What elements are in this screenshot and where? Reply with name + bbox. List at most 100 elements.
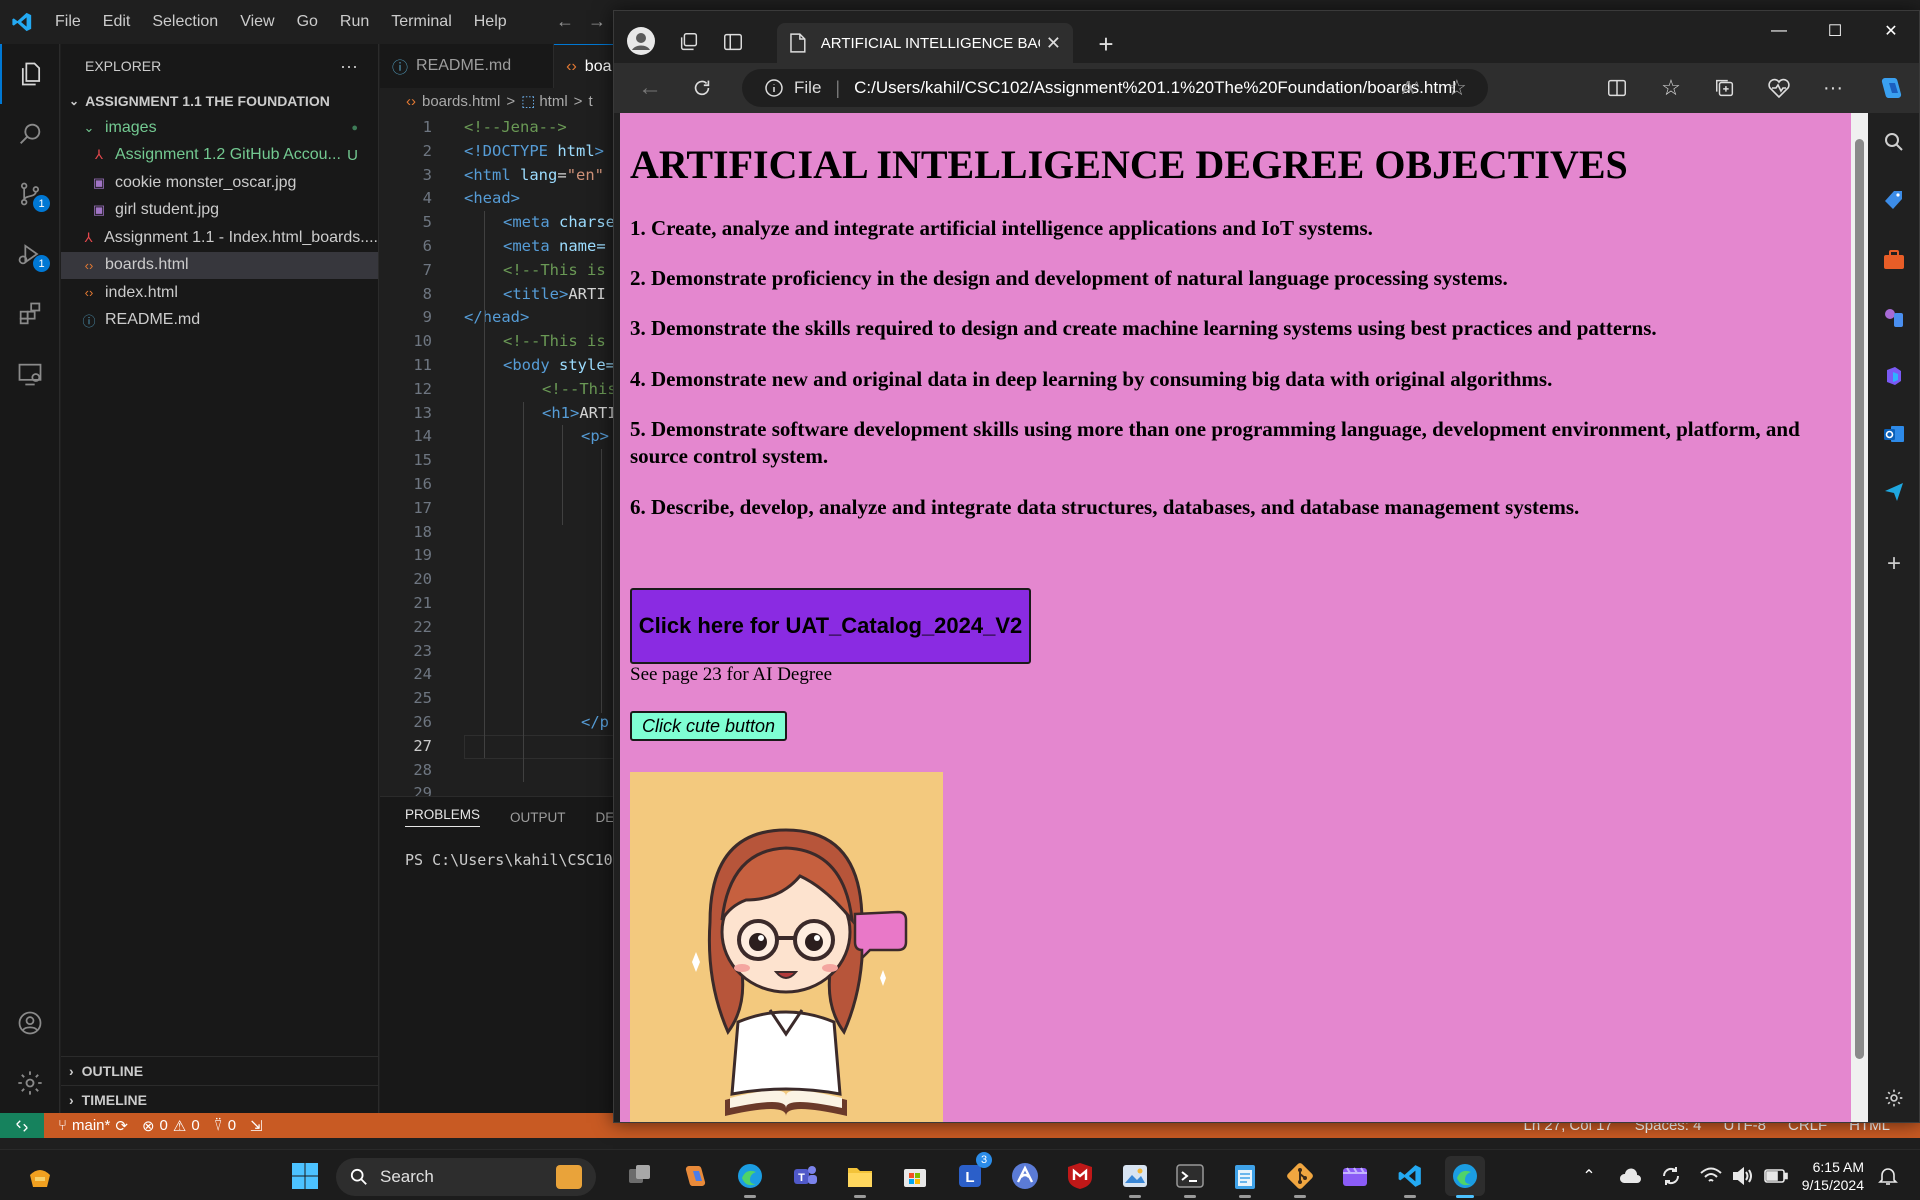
copilot-icon[interactable] — [1876, 73, 1906, 103]
read-aloud-icon[interactable]: Aʌ — [1402, 78, 1419, 99]
workspace-folder[interactable]: ⌄ ASSIGNMENT 1.1 THE FOUNDATION — [61, 88, 378, 114]
extensions-icon[interactable] — [0, 284, 60, 344]
address-bar[interactable]: File | C:/Users/kahil/CSC102/Assignment%… — [742, 69, 1488, 107]
widgets-icon[interactable] — [20, 1156, 60, 1196]
accounts-icon[interactable] — [0, 993, 60, 1053]
outline-section[interactable]: › OUTLINE — [61, 1057, 378, 1085]
problems-status[interactable]: ⊗ 0 ⚠ 0 — [142, 1117, 200, 1135]
url-text[interactable]: C:/Users/kahil/CSC102/Assignment%201.1%2… — [854, 78, 1456, 98]
file-explorer-icon[interactable] — [840, 1156, 880, 1198]
drop-send-icon[interactable] — [1881, 479, 1907, 505]
tab-readme[interactable]: ⓘ README.md — [380, 44, 555, 88]
favorite-star-icon[interactable]: ☆ — [1447, 75, 1467, 101]
minimize-icon[interactable]: — — [1751, 11, 1807, 51]
terminal-icon[interactable] — [1170, 1156, 1210, 1198]
menu-run[interactable]: Run — [329, 13, 380, 31]
favorites-icon[interactable]: ☆ — [1658, 75, 1684, 101]
close-icon[interactable]: ✕ — [1863, 11, 1919, 51]
menu-help[interactable]: Help — [463, 13, 518, 31]
breadcrumb-html[interactable]: html — [539, 93, 567, 110]
menu-terminal[interactable]: Terminal — [380, 13, 462, 31]
profile-icon[interactable] — [626, 26, 656, 56]
refresh-icon[interactable] — [688, 74, 716, 102]
edge-active-taskbar-icon[interactable] — [1445, 1156, 1485, 1198]
back-arrow-icon[interactable]: ← — [556, 11, 588, 31]
photos-app-icon[interactable] — [1115, 1156, 1155, 1198]
notifications-bell-icon[interactable] — [1878, 1166, 1898, 1186]
tab-problems[interactable]: PROBLEMS — [405, 807, 481, 827]
tab-actions-icon[interactable] — [720, 29, 746, 55]
live-share-icon[interactable]: ⇲ — [250, 1117, 263, 1135]
workspaces-icon[interactable] — [676, 29, 702, 55]
sidebar-settings-gear-icon[interactable] — [1881, 1085, 1907, 1111]
page-scrollbar[interactable] — [1851, 113, 1868, 1122]
collections-icon[interactable] — [1712, 75, 1738, 101]
menu-go[interactable]: Go — [286, 13, 329, 31]
tree-file-index-html[interactable]: ‹› index.html — [61, 279, 378, 307]
close-tab-icon[interactable]: ✕ — [1046, 33, 1061, 54]
copilot-taskbar-icon[interactable] — [675, 1156, 715, 1196]
manage-gear-icon[interactable] — [0, 1053, 60, 1113]
git-tool-icon[interactable] — [1280, 1156, 1320, 1198]
lexicon-app-icon[interactable]: L 3 — [950, 1152, 992, 1196]
shopping-tag-icon[interactable] — [1881, 187, 1907, 213]
back-icon[interactable]: ← — [636, 74, 664, 102]
catalog-button[interactable]: Click here for UAT_Catalog_2024_V2 — [630, 588, 1031, 664]
explorer-more-icon[interactable]: ··· — [340, 56, 358, 77]
split-screen-icon[interactable] — [1604, 75, 1630, 101]
arc-browser-icon[interactable] — [1005, 1156, 1045, 1196]
more-options-icon[interactable]: ··· — [1820, 75, 1846, 101]
terminal-output[interactable]: PS C:\Users\kahil\CSC10 — [380, 837, 620, 869]
volume-icon[interactable] — [1732, 1166, 1754, 1185]
new-tab-icon[interactable]: + — [1091, 29, 1121, 59]
wifi-icon[interactable] — [1700, 1167, 1722, 1185]
add-sidebar-app-icon[interactable]: + — [1881, 550, 1907, 577]
run-debug-icon[interactable]: 1 — [0, 224, 60, 284]
tab-output[interactable]: OUTPUT — [510, 810, 566, 825]
edge-taskbar-icon[interactable] — [730, 1156, 770, 1198]
task-view-icon[interactable] — [620, 1156, 660, 1196]
tree-file-boards-html[interactable]: ‹› boards.html — [61, 251, 378, 279]
notepad-icon[interactable] — [1225, 1156, 1265, 1198]
cute-button[interactable]: Click cute button — [630, 711, 787, 741]
tree-file-assignment-pdf[interactable]: ⅄ Assignment 1.2 GitHub Accou... U — [61, 142, 378, 170]
mcafee-icon[interactable] — [1060, 1156, 1100, 1196]
onedrive-cloud-icon[interactable] — [1618, 1167, 1642, 1184]
taskbar-search[interactable]: Search — [336, 1158, 596, 1196]
scrollbar-thumb[interactable] — [1855, 139, 1864, 1059]
tree-file-cookie-monster[interactable]: ▣ cookie monster_oscar.jpg — [61, 169, 378, 197]
browser-essentials-icon[interactable] — [1766, 75, 1792, 101]
clock[interactable]: 6:15 AM 9/15/2024 — [1802, 1158, 1864, 1194]
search-icon[interactable] — [0, 104, 60, 164]
menu-edit[interactable]: Edit — [92, 13, 142, 31]
tree-file-assignment-11-pdf[interactable]: ⅄ Assignment 1.1 - Index.html_boards.... — [61, 224, 378, 252]
tools-icon[interactable] — [1881, 247, 1907, 273]
vscode-taskbar-icon[interactable] — [1390, 1156, 1430, 1198]
branch-status[interactable]: ⑂ main* ⟳ — [58, 1117, 128, 1135]
timeline-section[interactable]: › TIMELINE — [61, 1085, 378, 1113]
store-icon[interactable] — [895, 1156, 935, 1196]
start-icon[interactable] — [285, 1156, 325, 1196]
remote-explorer-icon[interactable] — [0, 344, 60, 404]
games-icon[interactable] — [1881, 305, 1907, 331]
clipchamp-icon[interactable] — [1335, 1156, 1375, 1196]
breadcrumb-node[interactable]: t — [588, 93, 592, 110]
tree-file-readme[interactable]: ⓘ README.md — [61, 307, 378, 335]
ports-status[interactable]: ⍢ 0 — [214, 1117, 236, 1134]
info-icon[interactable] — [764, 78, 784, 98]
source-control-icon[interactable]: 1 — [0, 164, 60, 224]
teams-icon[interactable]: T — [785, 1156, 825, 1196]
outlook-icon[interactable] — [1881, 421, 1907, 447]
browser-tab-active[interactable]: ARTIFICIAL INTELLIGENCE BACHE ✕ — [777, 23, 1073, 63]
sync-status-icon[interactable] — [1660, 1165, 1682, 1187]
menu-view[interactable]: View — [229, 13, 285, 31]
battery-icon[interactable] — [1763, 1168, 1788, 1183]
microsoft-365-icon[interactable] — [1881, 363, 1907, 389]
tree-folder-images[interactable]: ⌄ images ● — [61, 114, 378, 142]
chevron-up-icon[interactable]: ⌃ — [1582, 1166, 1595, 1186]
breadcrumb-file[interactable]: boards.html — [422, 93, 500, 110]
maximize-icon[interactable]: ☐ — [1807, 11, 1863, 51]
explorer-icon[interactable] — [0, 44, 60, 104]
menu-selection[interactable]: Selection — [141, 13, 229, 31]
remote-indicator-icon[interactable] — [0, 1113, 44, 1138]
